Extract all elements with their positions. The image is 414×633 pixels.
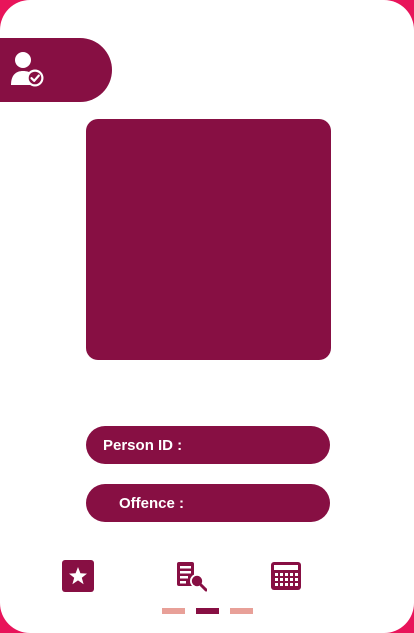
profile-tag [0, 38, 112, 102]
page-dot-2-active[interactable] [196, 608, 219, 614]
document-search-icon[interactable] [175, 560, 207, 592]
offence-field: Offence : [86, 484, 330, 522]
profile-photo [86, 119, 331, 360]
page-dot-1[interactable] [162, 608, 185, 614]
calculator-icon[interactable] [270, 560, 302, 592]
profile-card: Person ID : Offence : [0, 0, 414, 633]
user-check-icon [11, 52, 44, 87]
offence-label: Offence : [119, 494, 185, 512]
person-id-field: Person ID : [86, 426, 330, 464]
page-dot-3[interactable] [230, 608, 253, 614]
star-icon[interactable] [62, 560, 94, 592]
person-id-label: Person ID : [103, 436, 183, 454]
page-indicator [162, 608, 254, 615]
